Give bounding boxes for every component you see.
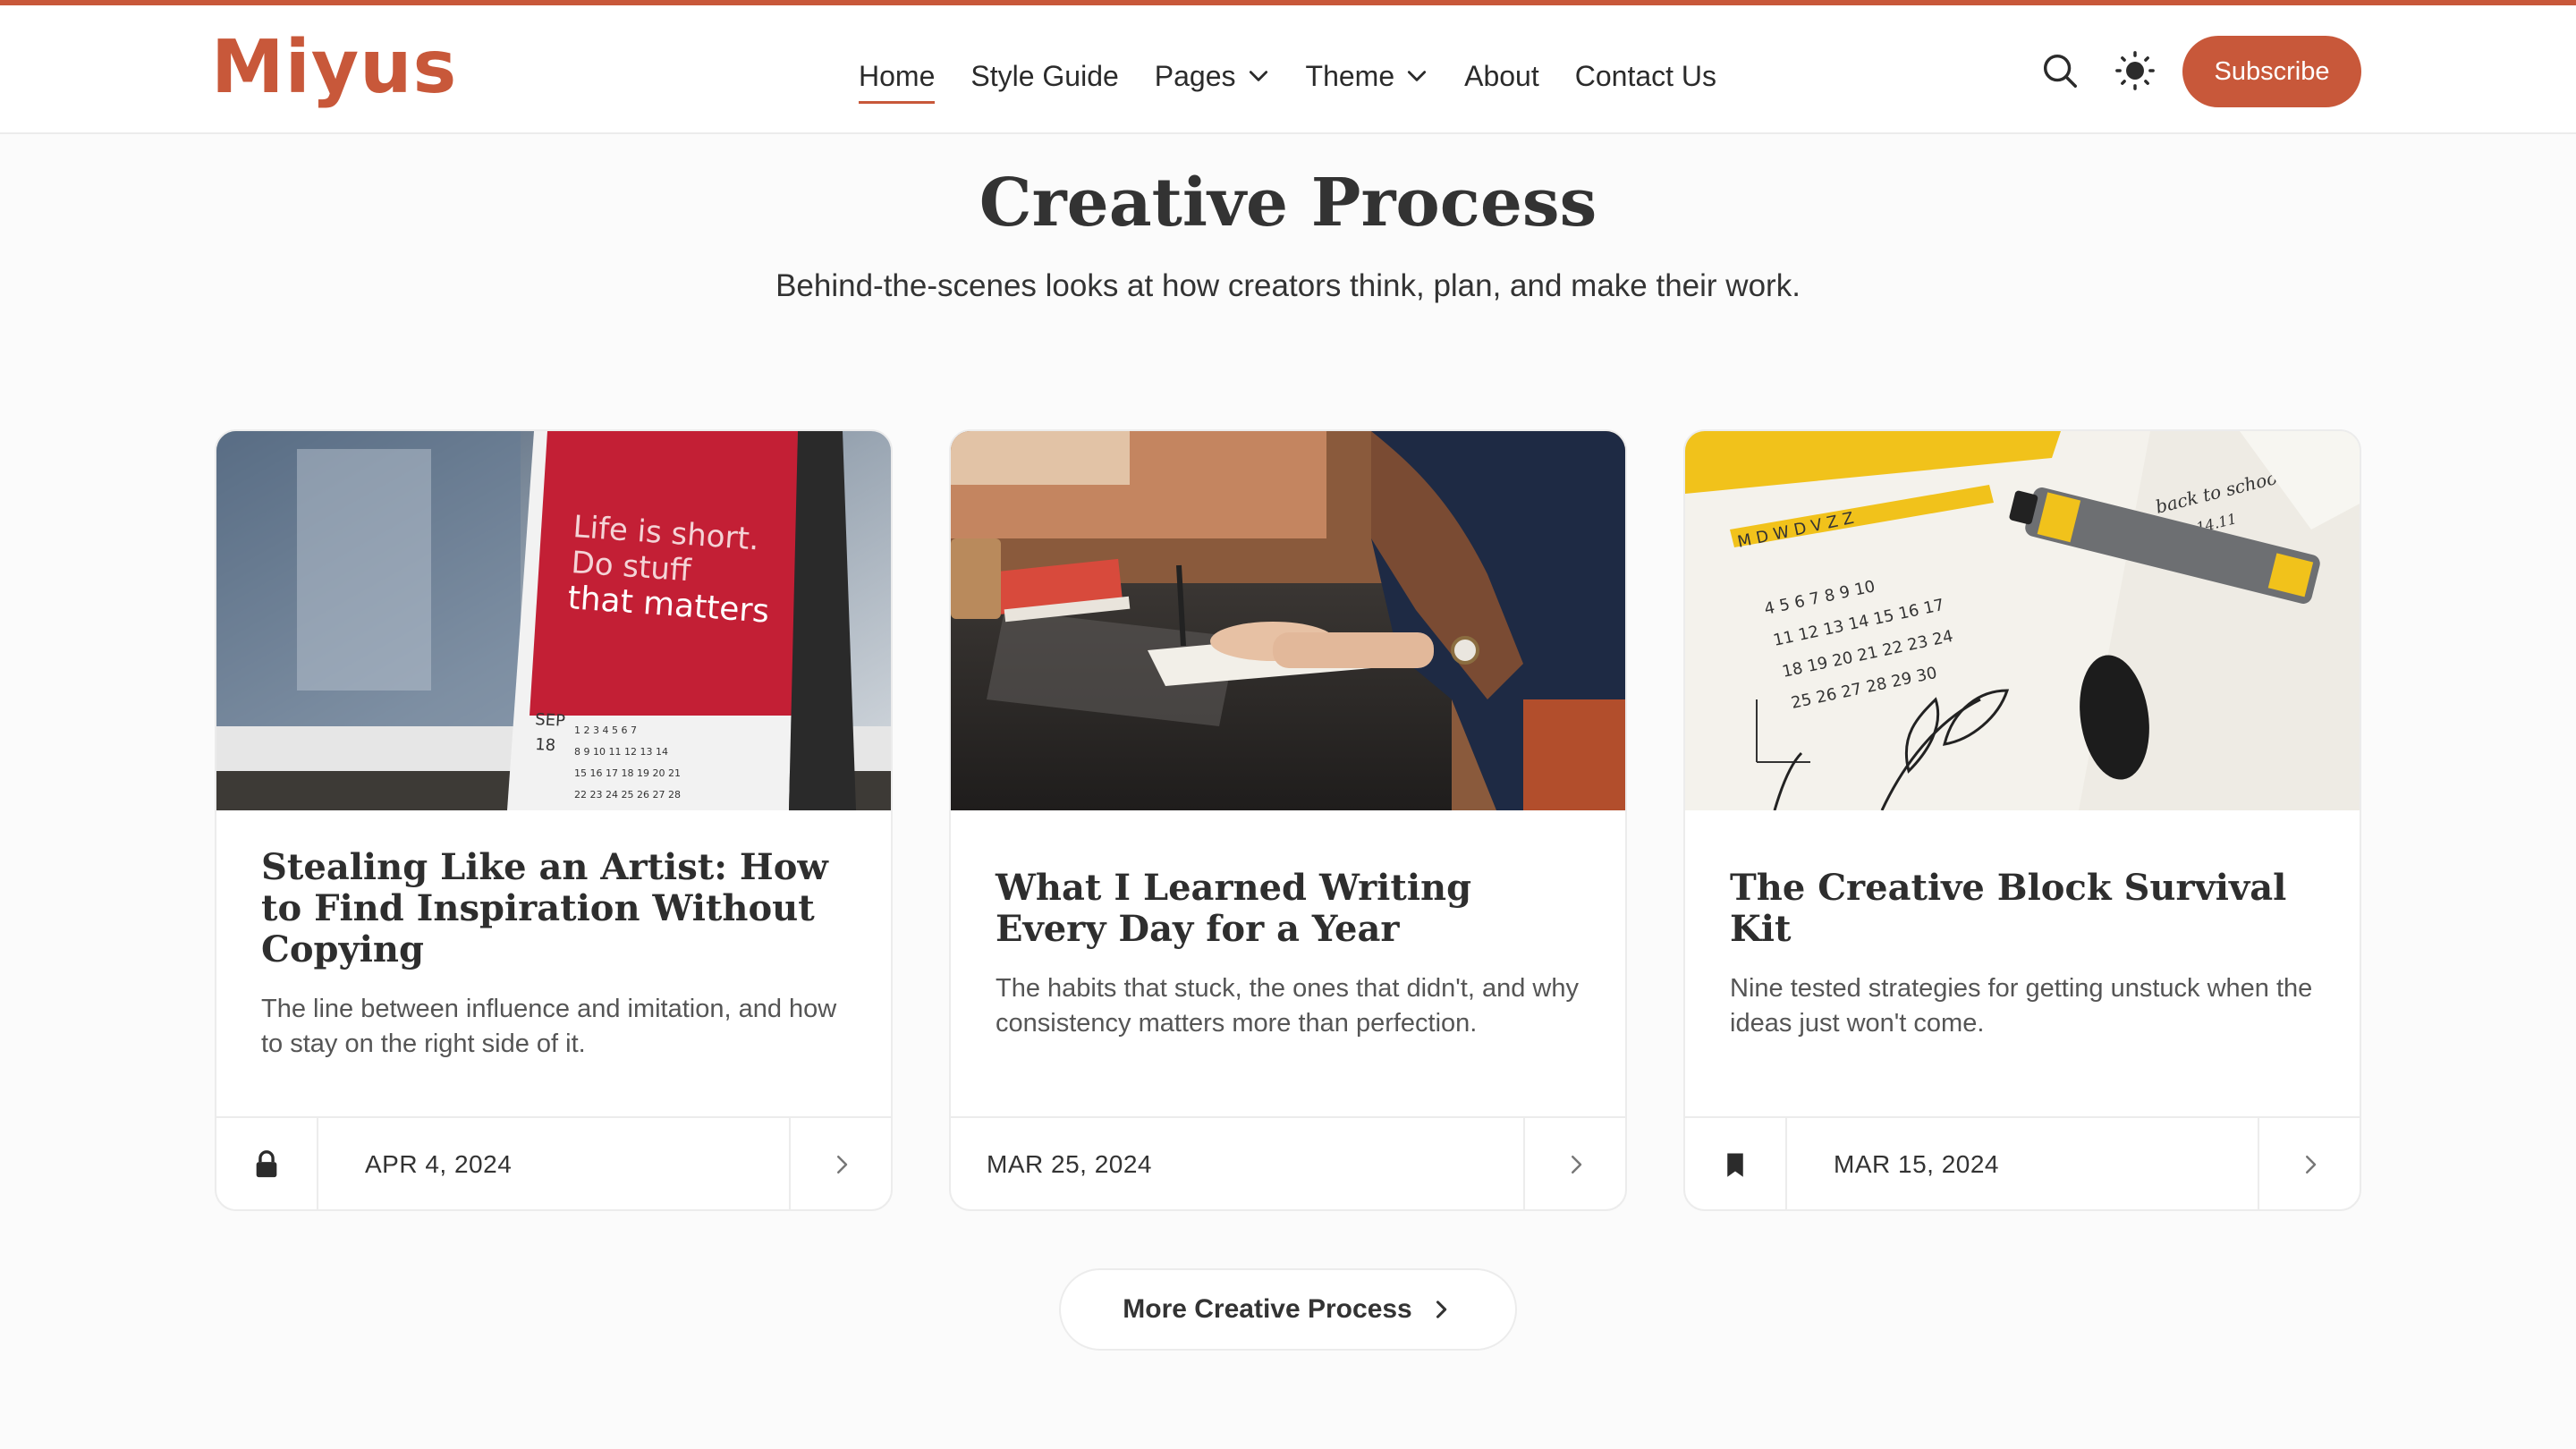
post-image[interactable] — [951, 431, 1625, 810]
page-title: Creative Process — [979, 165, 1597, 242]
subscribe-button[interactable]: Subscribe — [2182, 36, 2361, 107]
post-image[interactable]: Life is short. Do stuff that matters SEP… — [216, 431, 891, 810]
nav-style-guide[interactable]: Style Guide — [970, 50, 1118, 102]
post-excerpt: The line between influence and imitation… — [261, 995, 837, 1058]
post-title[interactable]: The Creative Block Survival Kit — [1730, 868, 2317, 950]
nav-theme[interactable]: Theme — [1306, 50, 1429, 102]
bookmark-icon — [1727, 1153, 1743, 1177]
svg-text:1 2 3 4 5 6 7: 1 2 3 4 5 6 7 — [574, 724, 637, 736]
nav-label: About — [1464, 59, 1539, 92]
nav-pages[interactable]: Pages — [1155, 50, 1270, 102]
read-more-arrow[interactable] — [2258, 1117, 2360, 1209]
nav-label: Theme — [1305, 59, 1395, 92]
read-more-arrow[interactable] — [1523, 1117, 1625, 1209]
post-title[interactable]: What I Learned Writing Every Day for a Y… — [996, 868, 1582, 950]
nav-contact[interactable]: Contact Us — [1575, 50, 1716, 102]
post-body: The Creative Block Survival Kit Nine tes… — [1685, 810, 2360, 1098]
nav-label: Pages — [1154, 59, 1236, 92]
post-date: APR 4, 2024 — [365, 1150, 513, 1178]
post-body: What I Learned Writing Every Day for a Y… — [951, 810, 1625, 1098]
chevron-down-icon — [1249, 71, 1267, 81]
page-subtitle: Behind-the-scenes looks at how creators … — [775, 268, 1801, 303]
svg-text:15 16 17 18 19 20 21: 15 16 17 18 19 20 21 — [574, 767, 681, 779]
svg-text:8 9 10 11 12 13 14: 8 9 10 11 12 13 14 — [574, 746, 668, 758]
nav-about[interactable]: About — [1464, 50, 1539, 102]
sun-icon[interactable] — [2114, 50, 2156, 91]
post-footer: APR 4, 2024 — [216, 1116, 891, 1209]
site-header: Miyus Home Style Guide Pages Theme About… — [0, 5, 2576, 134]
main-nav: Home Style Guide Pages Theme About Conta… — [859, 50, 1752, 104]
post-title[interactable]: Stealing Like an Artist: How to Find Ins… — [261, 847, 848, 970]
svg-text:22 23 24 25 26 27 28: 22 23 24 25 26 27 28 — [574, 789, 681, 801]
post-date: MAR 15, 2024 — [1834, 1150, 1999, 1178]
post-card[interactable]: Life is short. Do stuff that matters SEP… — [215, 429, 893, 1211]
nav-label: Contact Us — [1574, 59, 1717, 92]
nav-label: Home — [859, 59, 936, 92]
search-icon[interactable] — [2039, 50, 2080, 91]
featured-badge — [1685, 1117, 1787, 1209]
site-logo[interactable]: Miyus — [211, 25, 457, 110]
image-calendar-day: 18 — [535, 735, 556, 755]
lock-icon — [256, 1150, 277, 1178]
more-posts-label: More Creative Process — [1123, 1294, 1412, 1324]
image-calendar-month: SEP — [535, 710, 566, 731]
more-posts-button[interactable]: More Creative Process — [1059, 1268, 1517, 1351]
chevron-right-icon — [1572, 1156, 1582, 1174]
post-image[interactable]: M D W D V Z Z 4 5 6 7 8 9 10 11 12 13 14… — [1685, 431, 2360, 810]
post-body: Stealing Like an Artist: How to Find Ins… — [216, 810, 891, 1098]
post-card[interactable]: M D W D V Z Z 4 5 6 7 8 9 10 11 12 13 14… — [1683, 429, 2361, 1211]
chevron-right-icon — [837, 1156, 848, 1174]
post-footer: MAR 25, 2024 — [951, 1116, 1625, 1209]
post-date: MAR 25, 2024 — [987, 1150, 1152, 1178]
members-only-badge — [216, 1117, 318, 1209]
post-card[interactable]: What I Learned Writing Every Day for a Y… — [949, 429, 1627, 1211]
chevron-right-icon — [2306, 1156, 2317, 1174]
post-footer: MAR 15, 2024 — [1685, 1116, 2360, 1209]
post-excerpt: Nine tested strategies for getting unstu… — [1730, 974, 2313, 1038]
post-excerpt: The habits that stuck, the ones that did… — [996, 974, 1579, 1038]
nav-home[interactable]: Home — [859, 50, 936, 104]
chevron-down-icon — [1408, 71, 1427, 81]
nav-label: Style Guide — [970, 59, 1119, 92]
read-more-arrow[interactable] — [789, 1117, 891, 1209]
chevron-right-icon — [1436, 1301, 1446, 1318]
